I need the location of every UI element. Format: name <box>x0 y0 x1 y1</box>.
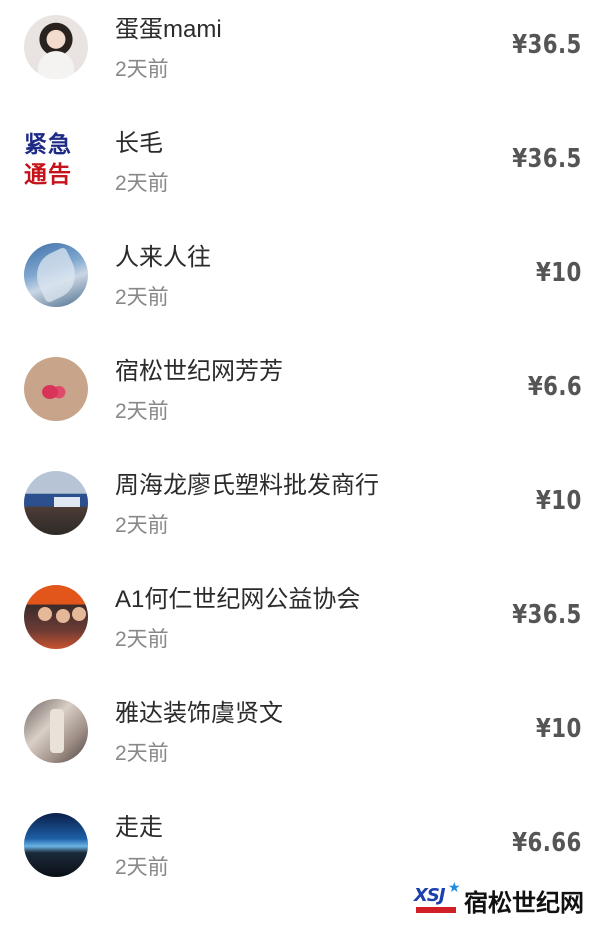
avatar[interactable] <box>24 243 88 307</box>
logo-bar <box>416 907 456 913</box>
list-item[interactable]: 人来人往 2天前 ¥10 <box>0 228 592 342</box>
user-name[interactable]: 蛋蛋mami <box>115 14 222 46</box>
site-logo-icon: XSJ ★ <box>414 879 461 917</box>
list-item[interactable]: 雅达装饰虞贤文 2天前 ¥10 <box>0 684 592 798</box>
site-watermark: XSJ ★ 宿松世纪网 <box>414 879 584 917</box>
user-name[interactable]: 长毛 <box>115 128 163 160</box>
user-name[interactable]: 宿松世纪网芳芳 <box>115 356 283 388</box>
amount: ¥36.5 <box>512 600 582 630</box>
amount: ¥10 <box>536 714 582 744</box>
timestamp: 2天前 <box>115 856 169 879</box>
timestamp: 2天前 <box>115 742 169 765</box>
amount: ¥36.5 <box>512 144 582 174</box>
amount: ¥6.66 <box>512 828 582 858</box>
timestamp: 2天前 <box>115 172 169 195</box>
user-name[interactable]: A1何仁世纪网公益协会 <box>115 584 360 616</box>
avatar[interactable] <box>24 15 88 79</box>
avatar[interactable] <box>24 471 88 535</box>
list-item[interactable]: 周海龙廖氏塑料批发商行 2天前 ¥10 <box>0 456 592 570</box>
timestamp: 2天前 <box>115 58 169 81</box>
list-item[interactable]: 紧急 通告 长毛 2天前 ¥36.5 <box>0 114 592 228</box>
amount: ¥36.5 <box>512 30 582 60</box>
list-item[interactable]: 宿松世纪网芳芳 2天前 ¥6.6 <box>0 342 592 456</box>
avatar[interactable] <box>24 357 88 421</box>
user-name[interactable]: 周海龙廖氏塑料批发商行 <box>115 470 379 502</box>
amount: ¥6.6 <box>527 372 582 402</box>
list-item[interactable]: 蛋蛋mami 2天前 ¥36.5 <box>0 0 592 114</box>
amount: ¥10 <box>536 258 582 288</box>
logo-letters: XSJ <box>414 885 446 906</box>
star-icon: ★ <box>448 879 461 895</box>
avatar[interactable] <box>24 699 88 763</box>
watermark-text: 宿松世纪网 <box>464 888 584 917</box>
user-name[interactable]: 雅达装饰虞贤文 <box>115 698 283 730</box>
avatar-text-line-2: 通告 <box>24 161 72 188</box>
user-name[interactable]: 走走 <box>115 812 163 844</box>
timestamp: 2天前 <box>115 628 169 651</box>
avatar[interactable] <box>24 585 88 649</box>
amount: ¥10 <box>536 486 582 516</box>
reward-list: 蛋蛋mami 2天前 ¥36.5 紧急 通告 长毛 2天前 ¥36.5 人来人往… <box>0 0 592 912</box>
avatar[interactable] <box>24 813 88 877</box>
timestamp: 2天前 <box>115 400 169 423</box>
user-name[interactable]: 人来人往 <box>115 242 211 274</box>
avatar[interactable]: 紧急 通告 <box>24 129 88 193</box>
list-item[interactable]: A1何仁世纪网公益协会 2天前 ¥36.5 <box>0 570 592 684</box>
avatar-text-line-1: 紧急 <box>24 131 72 158</box>
timestamp: 2天前 <box>115 514 169 537</box>
timestamp: 2天前 <box>115 286 169 309</box>
